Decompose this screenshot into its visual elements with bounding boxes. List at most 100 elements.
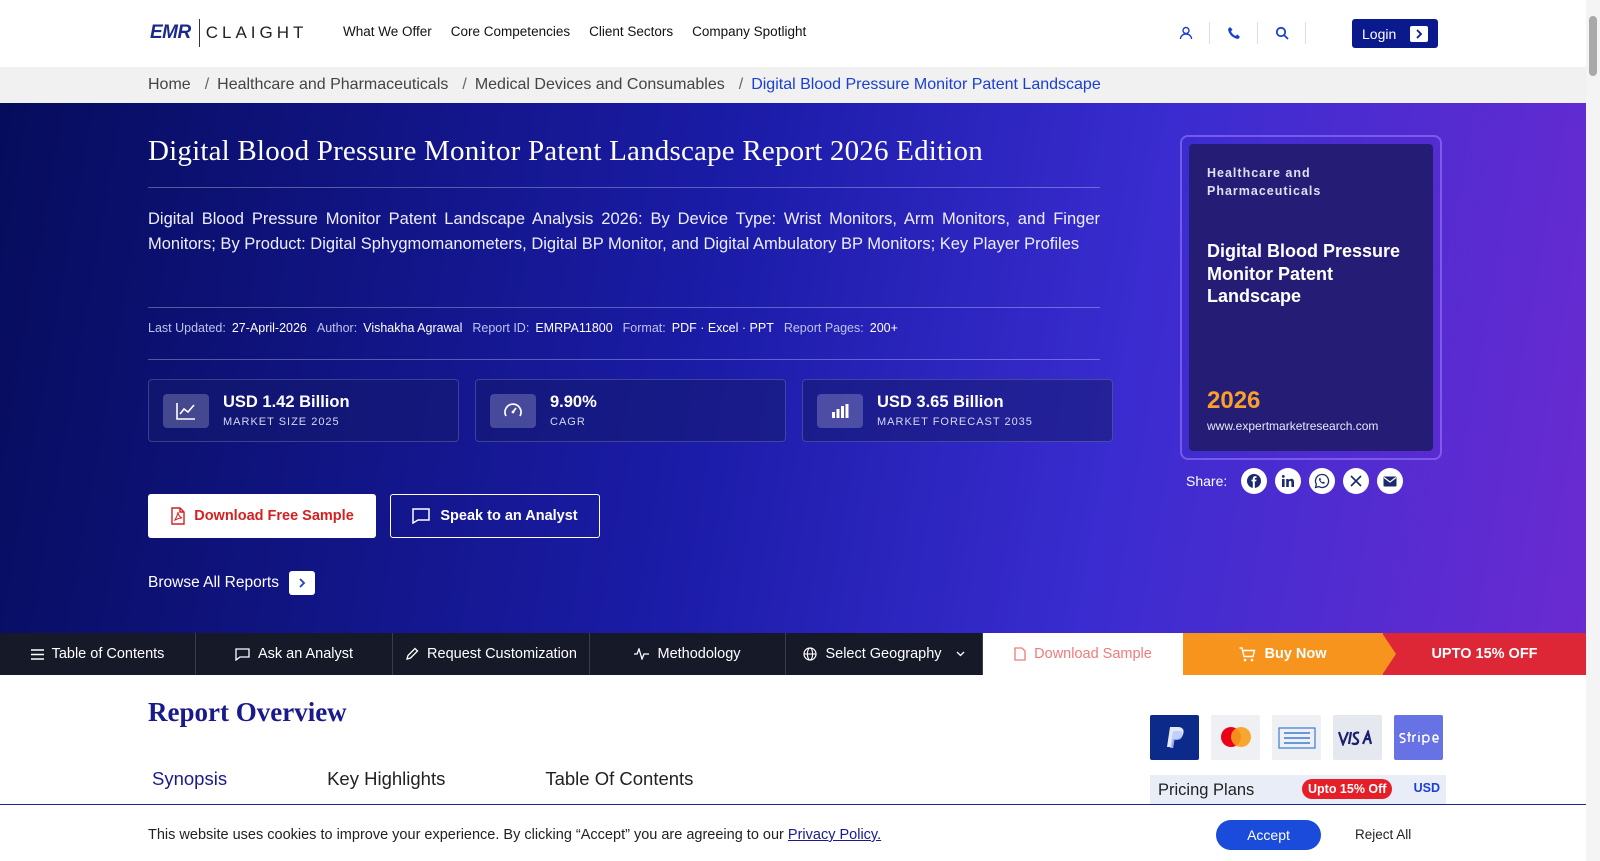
select-geography-dropdown[interactable]: Select Geography (786, 633, 983, 675)
cover-year: 2026 (1207, 387, 1261, 414)
chevron-right-icon (1410, 25, 1429, 42)
login-button[interactable]: Login (1352, 19, 1438, 48)
chat-icon (412, 508, 431, 524)
pencil-icon (406, 647, 419, 660)
meta-pages: Report Pages: 200+ (784, 321, 898, 335)
meta-key: Format: (622, 321, 666, 335)
meta-key: Report Pages: (783, 321, 864, 335)
menu-icon (30, 648, 44, 660)
download-free-sample-button[interactable]: Download Free Sample (148, 494, 376, 538)
tab-ask-analyst[interactable]: Ask an Analyst (196, 633, 393, 675)
nav-what-we-offer[interactable]: What We Offer (343, 24, 432, 39)
meta-report-id: Report ID: EMRPA11800 (472, 321, 612, 335)
meta-value: EMRPA11800 (535, 321, 613, 335)
email-icon[interactable] (1377, 468, 1404, 494)
ask-label: Ask an Analyst (257, 646, 354, 662)
tab-request-customization[interactable]: Request Customization (393, 633, 590, 675)
stat-label: MARKET SIZE 2025 (223, 416, 340, 428)
cover-url: www.expertmarketresearch.com (1207, 419, 1379, 433)
phone-icon[interactable] (1210, 22, 1258, 44)
tab-methodology[interactable]: Methodology (590, 633, 786, 675)
speak-to-analyst-button[interactable]: Speak to an Analyst (390, 494, 600, 538)
meta-last-updated: Last Updated: 27-April-2026 (148, 321, 307, 335)
stat-text: USD 1.42 Billion MARKET SIZE 2025 (223, 393, 350, 428)
tab-key-highlights[interactable]: Key Highlights (327, 768, 445, 790)
tab-synopsis[interactable]: Synopsis (152, 768, 227, 790)
divider (148, 307, 1100, 308)
breadcrumb: Home / Healthcare and Pharmaceuticals / … (0, 67, 1586, 103)
stat-market-size: USD 1.42 Billion MARKET SIZE 2025 (148, 379, 459, 442)
search-icon[interactable] (1258, 22, 1306, 44)
toc-label: Table of Contents (51, 646, 165, 662)
meta-author: Author: Vishakha Agrawal (317, 321, 462, 335)
breadcrumb-healthcare[interactable]: Healthcare and Pharmaceuticals (217, 76, 448, 94)
stat-text: USD 3.65 Billion MARKET FORECAST 2035 (877, 393, 1033, 428)
breadcrumb-medical-devices[interactable]: Medical Devices and Consumables (475, 76, 725, 94)
tab-download-sample[interactable]: Download Sample (983, 633, 1183, 675)
privacy-policy-link[interactable]: Privacy Policy. (788, 827, 881, 843)
header-icons (1162, 22, 1306, 44)
meta-value: 27-April-2026 (231, 321, 307, 335)
divider (148, 359, 1100, 360)
chevron-right-icon (288, 571, 315, 595)
pdf-file-icon (1014, 647, 1026, 661)
linkedin-icon[interactable] (1275, 468, 1302, 494)
meta-value: Vishakha Agrawal (363, 321, 463, 335)
breadcrumb-separator: / (462, 76, 467, 93)
currency-select[interactable]: USD (1414, 781, 1440, 795)
paypal-icon (1150, 715, 1199, 760)
stat-value: USD 3.65 Billion (877, 393, 1004, 411)
brand-logo[interactable]: EMR CLAIGHT (150, 18, 307, 48)
tab-table-of-contents-overview[interactable]: Table Of Contents (545, 768, 693, 790)
tab-table-of-contents[interactable]: Table of Contents (0, 633, 196, 675)
stat-label: CAGR (550, 416, 586, 428)
stat-forecast: USD 3.65 Billion MARKET FORECAST 2035 (802, 379, 1113, 442)
pdf-file-icon (171, 507, 185, 525)
scrollbar-thumb[interactable] (1589, 16, 1597, 76)
stripe-icon (1394, 715, 1443, 760)
report-overview-heading: Report Overview (148, 697, 347, 727)
buy-now-button[interactable]: Buy Now (1183, 633, 1383, 675)
cart-icon (1239, 646, 1256, 661)
login-label: Login (1362, 25, 1397, 42)
pricing-plans-header: Pricing Plans Upto 15% Off USD (1150, 775, 1446, 805)
share-label: Share: (1186, 473, 1228, 489)
report-description: Digital Blood Pressure Monitor Patent La… (148, 210, 1100, 253)
breadcrumb-separator: / (738, 76, 744, 93)
activity-icon (634, 648, 650, 660)
nav-company-spotlight[interactable]: Company Spotlight (692, 24, 806, 39)
reject-all-button[interactable]: Reject All (1355, 827, 1411, 842)
user-icon[interactable] (1162, 22, 1210, 44)
overview-tabs: Synopsis Key Highlights Table Of Content… (152, 768, 793, 790)
accept-cookies-button[interactable]: Accept (1216, 820, 1321, 850)
stats-row: USD 1.42 Billion MARKET SIZE 2025 9.90% … (148, 379, 1113, 442)
download-sample-label: Download Sample (1034, 646, 1152, 662)
cookie-consent-bar: This website uses cookies to improve you… (0, 804, 1586, 861)
page-scrollbar[interactable] (1586, 0, 1600, 861)
browse-all-reports-link[interactable]: Browse All Reports (148, 571, 315, 595)
download-label: Download Free Sample (194, 508, 354, 524)
breadcrumb-home[interactable]: Home (148, 76, 191, 94)
page-title: Digital Blood Pressure Monitor Patent La… (148, 135, 983, 167)
bar-chart-icon (817, 393, 863, 428)
report-meta: Last Updated: 27-April-2026 Author: Vishak… (148, 321, 898, 335)
discount-badge: Upto 15% Off (1302, 779, 1393, 799)
nav-client-sectors[interactable]: Client Sectors (589, 24, 673, 39)
geo-label: Select Geography (825, 646, 942, 662)
stat-value: 9.90% (550, 393, 597, 411)
cookie-text: This website uses cookies to improve you… (148, 827, 784, 843)
wire-transfer-icon (1272, 715, 1321, 760)
breadcrumb-separator: / (204, 76, 210, 93)
meta-key: Author: (316, 321, 358, 335)
line-chart-icon (163, 393, 209, 428)
facebook-icon[interactable] (1241, 468, 1268, 494)
meta-value: 200+ (869, 321, 898, 335)
logo-divider (198, 19, 200, 47)
nav-core-competencies[interactable]: Core Competencies (451, 24, 570, 39)
meta-format: Format: PDF · Excel · PPT (623, 321, 774, 335)
method-label: Methodology (657, 646, 741, 662)
whatsapp-icon[interactable] (1309, 468, 1336, 494)
x-icon[interactable] (1343, 468, 1370, 494)
report-hero: Digital Blood Pressure Monitor Patent La… (0, 103, 1586, 633)
discount-offer-banner[interactable]: UPTO 15% OFF (1382, 633, 1586, 675)
